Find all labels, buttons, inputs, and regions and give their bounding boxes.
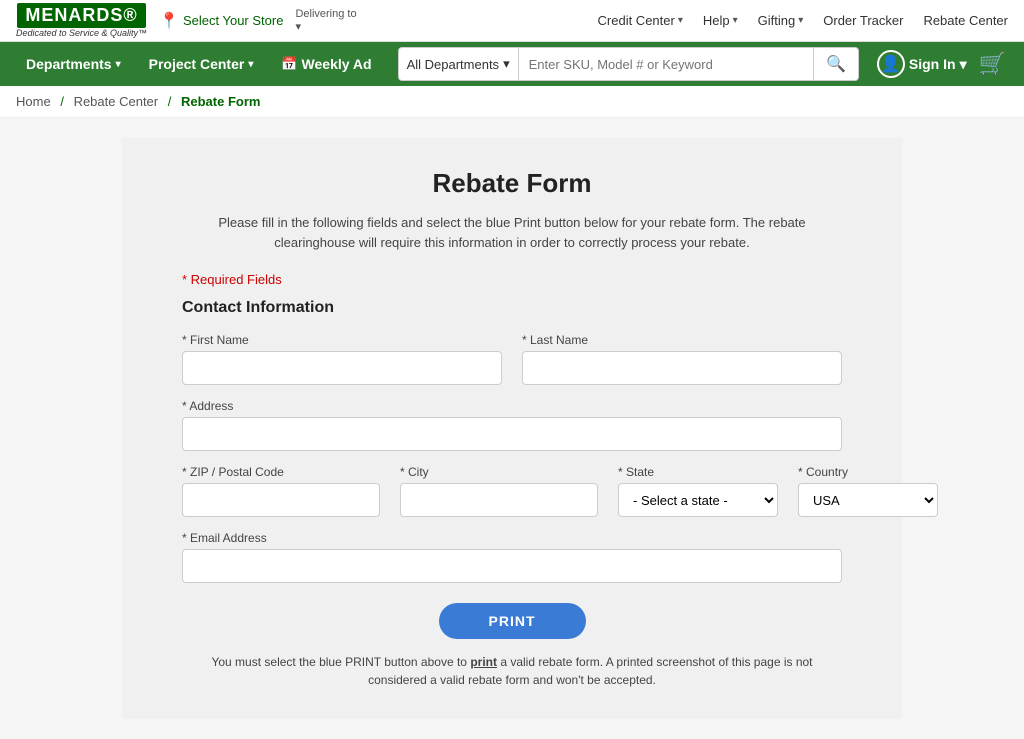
pin-icon: 📍 bbox=[159, 11, 179, 31]
bottom-note: You must select the blue PRINT button ab… bbox=[182, 653, 842, 689]
help-arrow: ▾ bbox=[733, 15, 738, 26]
cart-icon[interactable]: 🛒 bbox=[973, 51, 1012, 77]
sign-in-label: Sign In bbox=[909, 56, 956, 72]
top-bar-right: Credit Center ▾ Help ▾ Gifting ▾ Order T… bbox=[598, 13, 1008, 28]
country-select[interactable]: USA bbox=[798, 483, 938, 517]
city-label: * City bbox=[400, 465, 598, 479]
address-input[interactable] bbox=[182, 417, 842, 451]
rebate-center-label: Rebate Center bbox=[923, 13, 1008, 28]
search-dept-arrow: ▾ bbox=[503, 56, 510, 72]
first-name-group: * First Name bbox=[182, 333, 502, 385]
search-container: All Departments ▾ 🔍 bbox=[398, 47, 859, 81]
country-group: * Country USA bbox=[798, 465, 938, 517]
city-input[interactable] bbox=[400, 483, 598, 517]
gifting-label: Gifting bbox=[758, 13, 796, 28]
search-dept-label: All Departments bbox=[407, 57, 499, 72]
email-label: * Email Address bbox=[182, 531, 842, 545]
nav-bar: Departments ▾ Project Center ▾ 📅 Weekly … bbox=[0, 42, 1024, 86]
last-name-label: * Last Name bbox=[522, 333, 842, 347]
location-row: * ZIP / Postal Code * City * State - Sel… bbox=[182, 465, 842, 517]
bottom-note-part1: You must select the blue PRINT button ab… bbox=[211, 655, 467, 669]
credit-center-link[interactable]: Credit Center ▾ bbox=[598, 13, 683, 28]
section-title: Contact Information bbox=[182, 299, 842, 317]
departments-nav[interactable]: Departments ▾ bbox=[12, 42, 135, 86]
address-group: * Address bbox=[182, 399, 842, 451]
rebate-center-link[interactable]: Rebate Center bbox=[923, 13, 1008, 28]
name-row: * First Name * Last Name bbox=[182, 333, 842, 385]
address-label: * Address bbox=[182, 399, 842, 413]
print-button[interactable]: PRINT bbox=[439, 603, 586, 639]
gifting-arrow: ▾ bbox=[798, 15, 803, 26]
breadcrumb-current: Rebate Form bbox=[181, 94, 260, 109]
address-row: * Address bbox=[182, 399, 842, 451]
logo-area: MENARDS® Dedicated to Service & Quality™ bbox=[16, 3, 147, 38]
top-bar-left: MENARDS® Dedicated to Service & Quality™… bbox=[16, 3, 357, 38]
email-group: * Email Address bbox=[182, 531, 842, 583]
calendar-icon: 📅 bbox=[281, 56, 297, 72]
weekly-ad-nav[interactable]: 📅 Weekly Ad bbox=[267, 42, 385, 86]
breadcrumb: Home / Rebate Center / Rebate Form bbox=[0, 86, 1024, 118]
breadcrumb-sep-2: / bbox=[168, 94, 172, 109]
order-tracker-link[interactable]: Order Tracker bbox=[823, 13, 903, 28]
departments-label: Departments bbox=[26, 56, 112, 72]
bottom-note-print-link[interactable]: print bbox=[470, 655, 497, 669]
search-department-select[interactable]: All Departments ▾ bbox=[398, 47, 518, 81]
help-label: Help bbox=[703, 13, 730, 28]
credit-center-arrow: ▾ bbox=[678, 15, 683, 26]
state-select[interactable]: - Select a state - bbox=[618, 483, 778, 517]
breadcrumb-rebate-center[interactable]: Rebate Center bbox=[74, 94, 159, 109]
help-link[interactable]: Help ▾ bbox=[703, 13, 738, 28]
project-center-label: Project Center bbox=[149, 56, 245, 72]
first-name-label: * First Name bbox=[182, 333, 502, 347]
email-row: * Email Address bbox=[182, 531, 842, 583]
user-icon: 👤 bbox=[877, 50, 905, 78]
order-tracker-label: Order Tracker bbox=[823, 13, 903, 28]
breadcrumb-home[interactable]: Home bbox=[16, 94, 51, 109]
delivering-arrow[interactable]: ▾ bbox=[295, 20, 356, 33]
sign-in-arrow: ▾ bbox=[960, 56, 967, 73]
form-description: Please fill in the following fields and … bbox=[182, 213, 842, 252]
weekly-ad-label: Weekly Ad bbox=[302, 56, 372, 72]
credit-center-label: Credit Center bbox=[598, 13, 675, 28]
zip-label: * ZIP / Postal Code bbox=[182, 465, 380, 479]
project-center-arrow: ▾ bbox=[248, 59, 253, 70]
last-name-input[interactable] bbox=[522, 351, 842, 385]
breadcrumb-sep-1: / bbox=[60, 94, 64, 109]
first-name-input[interactable] bbox=[182, 351, 502, 385]
departments-arrow: ▾ bbox=[116, 59, 121, 70]
gifting-link[interactable]: Gifting ▾ bbox=[758, 13, 804, 28]
store-select[interactable]: 📍 Select Your Store bbox=[159, 11, 283, 31]
zip-input[interactable] bbox=[182, 483, 380, 517]
logo: MENARDS® bbox=[17, 3, 145, 28]
email-input[interactable] bbox=[182, 549, 842, 583]
delivering-to-label: Delivering to bbox=[295, 8, 356, 20]
sign-in-area[interactable]: 👤 Sign In ▾ bbox=[871, 50, 973, 78]
top-bar: MENARDS® Dedicated to Service & Quality™… bbox=[0, 0, 1024, 42]
logo-tagline: Dedicated to Service & Quality™ bbox=[16, 28, 147, 38]
required-note: * Required Fields bbox=[182, 272, 842, 287]
country-label: * Country bbox=[798, 465, 938, 479]
state-label: * State bbox=[618, 465, 778, 479]
project-center-nav[interactable]: Project Center ▾ bbox=[135, 42, 268, 86]
city-group: * City bbox=[400, 465, 598, 517]
search-input[interactable] bbox=[518, 47, 814, 81]
form-title: Rebate Form bbox=[182, 168, 842, 199]
store-select-label: Select Your Store bbox=[183, 13, 283, 28]
search-button[interactable]: 🔍 bbox=[814, 47, 859, 81]
delivering: Delivering to ▾ bbox=[295, 8, 356, 33]
state-group: * State - Select a state - bbox=[618, 465, 778, 517]
main-content: Rebate Form Please fill in the following… bbox=[122, 138, 902, 719]
last-name-group: * Last Name bbox=[522, 333, 842, 385]
zip-group: * ZIP / Postal Code bbox=[182, 465, 380, 517]
